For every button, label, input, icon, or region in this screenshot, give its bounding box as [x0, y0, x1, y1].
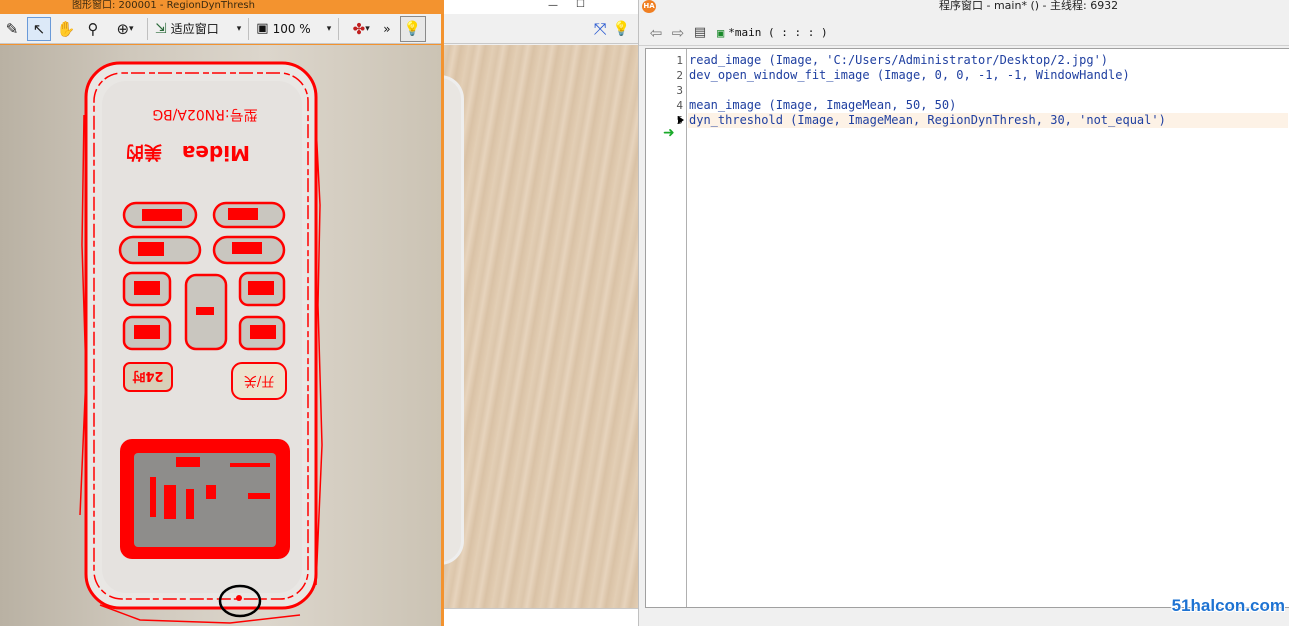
- graphics-window-title: 图形窗口: 200001 - RegionDynThresh: [72, 0, 255, 11]
- chevron-down-icon: ▾: [236, 23, 242, 34]
- watermark: 51halcon.com: [1171, 596, 1285, 615]
- lightbulb-icon[interactable]: 💡: [399, 15, 426, 42]
- minimize-icon[interactable]: —: [548, 0, 558, 11]
- toolbar-separator: [147, 17, 148, 40]
- line-number: 1: [676, 54, 683, 67]
- model-label: 型号:RN02A/BG: [152, 106, 257, 122]
- secondary-window-titlebar: — ☐: [444, 0, 638, 14]
- secondary-statusbar: [444, 608, 638, 626]
- fit-window-icon: ⇲: [155, 20, 167, 37]
- zoom-in-icon[interactable]: ⊕ ▾: [108, 17, 142, 41]
- segmentation-image: 型号:RN02A/BG Midea 美的 24时 开/关: [79, 61, 323, 624]
- line-number: 2: [676, 69, 683, 82]
- axes-icon[interactable]: ⤧: [594, 19, 607, 39]
- fit-window-select[interactable]: ⇲ 适应窗口 ▾: [153, 18, 243, 40]
- brand-label: Midea: [182, 141, 250, 165]
- procedure-label: *main ( : : : ): [728, 26, 828, 39]
- more-tools-button[interactable]: »: [381, 18, 392, 40]
- pencil-icon[interactable]: ✎: [0, 17, 24, 41]
- paint-icon[interactable]: ✤ ▾: [344, 17, 378, 41]
- zoom-icon: ▣: [256, 21, 269, 36]
- remote-edge: [444, 75, 464, 565]
- defect-point: [236, 595, 242, 601]
- code-line[interactable]: dyn_threshold (Image, ImageMean, RegionD…: [689, 113, 1166, 128]
- code-line[interactable]: dev_open_window_fit_image (Image, 0, 0, …: [689, 68, 1130, 83]
- maximize-icon[interactable]: ☐: [576, 0, 585, 10]
- zoom-label: 100 %: [272, 21, 311, 36]
- hand-icon[interactable]: ✋: [54, 17, 78, 41]
- halcon-logo: HA: [642, 0, 656, 13]
- code-editor[interactable]: 1 2 3 4 5 ➜ read_image (Image, 'C:/Users…: [645, 48, 1289, 608]
- secondary-graphics-window: — ☐ ⤧ 💡: [444, 0, 638, 626]
- program-window-title: 程序窗口 - main* () - 主线程: 6932: [939, 0, 1119, 12]
- forward-arrow-icon[interactable]: ⇨: [669, 24, 687, 42]
- power-button-label: 开/关: [244, 373, 274, 388]
- procedure-selector[interactable]: ▣ *main ( : : : ): [713, 26, 828, 40]
- program-counter-arrow-icon: ➜: [663, 125, 675, 141]
- toolbar-separator: [338, 17, 340, 40]
- graphics-window: 图形窗口: 200001 - RegionDynThresh ✎ ↖ ✋ ⚲ ⊕…: [0, 0, 444, 626]
- code-line[interactable]: mean_image (Image, ImageMean, 50, 50): [689, 98, 956, 113]
- back-arrow-icon[interactable]: ⇦: [647, 24, 665, 42]
- timer-button-label: 24时: [132, 368, 163, 384]
- procedure-icon: ▣: [717, 25, 725, 40]
- program-window: HA 程序窗口 - main* () - 主线程: 6932 ⇦ ⇨ ▤ ▣ *…: [638, 0, 1289, 626]
- procedure-list-icon[interactable]: ▤: [691, 24, 709, 42]
- toolbar-separator: [248, 17, 250, 40]
- lightbulb-icon[interactable]: 💡: [613, 21, 630, 37]
- line-number-gutter[interactable]: 1 2 3 4 5 ➜: [646, 49, 687, 607]
- program-window-titlebar: HA 程序窗口 - main* () - 主线程: 6932: [639, 0, 1289, 14]
- graphics-canvas[interactable]: 型号:RN02A/BG Midea 美的 24时 开/关: [0, 45, 441, 626]
- magnifier-icon[interactable]: ⚲: [81, 17, 105, 41]
- pointer-icon[interactable]: ↖: [27, 16, 51, 41]
- zoom-select[interactable]: ▣ 100 % ▾: [254, 18, 333, 40]
- program-toolbar: ⇦ ⇨ ▤ ▣ *main ( : : : ): [639, 20, 1289, 46]
- line-number: 3: [676, 84, 683, 97]
- secondary-canvas[interactable]: [444, 45, 638, 608]
- code-line[interactable]: read_image (Image, 'C:/Users/Administrat…: [689, 53, 1108, 68]
- graphics-toolbar: ✎ ↖ ✋ ⚲ ⊕ ▾ ⇲ 适应窗口 ▾ ▣ 100 % ▾ ✤ ▾ » 💡: [0, 14, 441, 44]
- brand-cn-label: 美的: [126, 141, 162, 163]
- line-number: 4: [676, 99, 683, 112]
- fit-window-label: 适应窗口: [170, 22, 219, 36]
- desktop: 图形窗口: 200001 - RegionDynThresh ✎ ↖ ✋ ⚲ ⊕…: [0, 0, 1289, 626]
- insert-cursor-icon: [678, 116, 684, 124]
- chevron-down-icon: ▾: [326, 23, 332, 34]
- secondary-toolbar: ⤧ 💡: [444, 14, 638, 44]
